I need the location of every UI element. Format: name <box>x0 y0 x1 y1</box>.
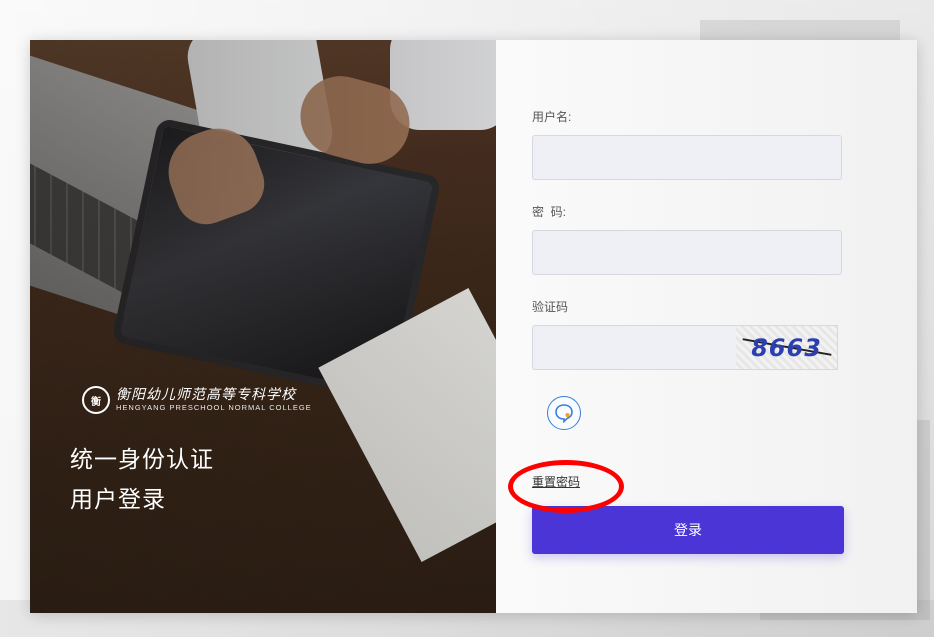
chat-login-button[interactable] <box>547 396 581 430</box>
login-form: 用户名: 密 码: 验证码 8663 重置密码 登录 <box>496 40 917 613</box>
login-card: 衡 衡阳幼儿师范高等专科学校 HENGYANG PRESCHOOL NORMAL… <box>30 40 917 613</box>
username-input[interactable] <box>532 135 842 180</box>
school-name-en: HENGYANG PRESCHOOL NORMAL COLLEGE <box>116 403 312 412</box>
password-input[interactable] <box>532 230 842 275</box>
login-button[interactable]: 登录 <box>532 506 844 554</box>
school-name-cn: 衡阳幼儿师范高等专科学校 <box>116 387 296 403</box>
captcha-label: 验证码 <box>532 300 569 314</box>
school-seal-icon: 衡 <box>82 386 110 414</box>
school-name: 衡阳幼儿师范高等专科学校 HENGYANG PRESCHOOL NORMAL C… <box>116 387 312 413</box>
chat-bubble-icon <box>555 404 573 423</box>
hero-title-line1: 统一身份认证 <box>70 446 214 472</box>
red-annotation-circle <box>508 460 624 513</box>
hero-photo: 衡 衡阳幼儿师范高等专科学校 HENGYANG PRESCHOOL NORMAL… <box>30 40 496 613</box>
hero-title-line2: 用户登录 <box>70 486 166 512</box>
captcha-input[interactable] <box>532 325 736 370</box>
school-logo: 衡 衡阳幼儿师范高等专科学校 HENGYANG PRESCHOOL NORMAL… <box>82 386 312 414</box>
captcha-code: 8663 <box>748 333 825 362</box>
photo-overlay <box>30 40 496 613</box>
captcha-image[interactable]: 8663 <box>736 325 838 370</box>
password-label: 密 码: <box>532 205 567 219</box>
username-label: 用户名: <box>532 110 572 124</box>
